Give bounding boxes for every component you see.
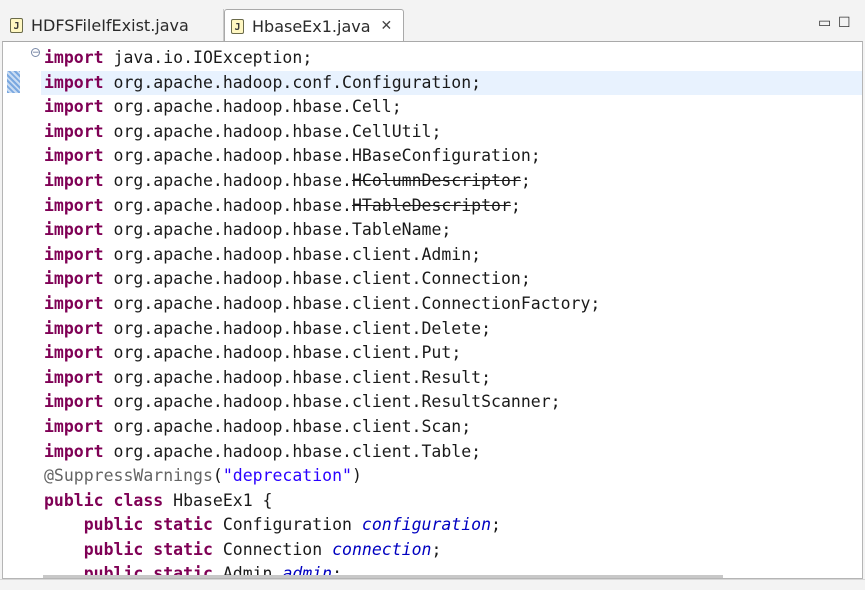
code-line: import org.apache.hadoop.hbase.client.Sc… (44, 416, 472, 436)
import-package: org.apache.hadoop.hbase. (113, 195, 352, 215)
keyword-modifiers: public static (83, 539, 213, 559)
import-package: org.apache.hadoop.hbase.client. (113, 318, 422, 338)
code-line: public class HbaseEx1 { (44, 490, 273, 510)
keyword-import: import (44, 392, 104, 412)
import-package: org.apache.hadoop.conf. (113, 72, 343, 92)
tab-label: HDFSFileIfExist.java (31, 15, 189, 35)
import-class: Connection (421, 269, 521, 289)
code-line: public static Configuration configuratio… (83, 515, 501, 535)
code-line: import org.apache.hadoop.hbase.client.Ad… (44, 244, 482, 264)
keyword-import: import (44, 269, 104, 289)
import-package: org.apache.hadoop.hbase.client. (113, 367, 422, 387)
field-name: configuration (361, 515, 492, 535)
keyword-import: import (44, 367, 104, 387)
editor-window: J HDFSFileIfExist.java J HbaseEx1.java ✕… (0, 0, 865, 590)
import-package: org.apache.hadoop.hbase. (113, 97, 352, 117)
code-line: import org.apache.hadoop.hbase.HBaseConf… (44, 146, 541, 166)
import-class: Table (421, 441, 472, 461)
keyword-import: import (44, 195, 104, 215)
editor-tab-bar: J HDFSFileIfExist.java J HbaseEx1.java ✕… (0, 9, 865, 42)
field-name: connection (332, 539, 432, 559)
horizontal-scrollbar[interactable] (43, 575, 723, 578)
keyword-import: import (44, 48, 104, 67)
import-package: org.apache.hadoop.hbase. (113, 146, 352, 166)
import-class: Configuration (342, 72, 472, 92)
import-class: ResultScanner (421, 392, 551, 412)
code-line: import org.apache.hadoop.conf.Configurat… (41, 70, 862, 96)
keyword-import: import (44, 293, 104, 313)
import-package: java.io. (113, 48, 194, 67)
tab-hdfsfileifexist[interactable]: J HDFSFileIfExist.java (0, 9, 224, 41)
code-line: import java.io.IOException; (44, 48, 313, 67)
import-class: Result (421, 367, 482, 387)
collapse-imports-icon[interactable]: − (31, 48, 40, 58)
import-package: org.apache.hadoop.hbase.client. (113, 416, 422, 436)
import-package: org.apache.hadoop.hbase. (113, 170, 352, 190)
code-line: import org.apache.hadoop.hbase.TableName… (44, 220, 452, 240)
code-line: import org.apache.hadoop.hbase.HTableDes… (44, 195, 521, 215)
keyword-import: import (44, 343, 104, 363)
import-package: org.apache.hadoop.hbase.client. (113, 269, 422, 289)
keyword-import: import (44, 72, 104, 92)
keyword-import: import (44, 146, 104, 166)
keyword-import: import (44, 244, 104, 264)
code-line: import org.apache.hadoop.hbase.client.Co… (44, 293, 601, 313)
import-package: org.apache.hadoop.hbase.client. (113, 343, 422, 363)
keyword-import: import (44, 416, 104, 436)
close-tab-icon[interactable]: ✕ (381, 18, 393, 34)
bottom-border (0, 579, 865, 590)
keyword-import: import (44, 170, 104, 190)
code-line: import org.apache.hadoop.hbase.HColumnDe… (44, 170, 531, 190)
tab-hbaseex1[interactable]: J HbaseEx1.java ✕ (224, 9, 404, 42)
import-class: ConnectionFactory (421, 293, 591, 313)
minimize-icon[interactable]: ▭ (818, 15, 831, 35)
code-line: import org.apache.hadoop.hbase.client.Ta… (44, 441, 482, 461)
import-package: org.apache.hadoop.hbase.client. (113, 244, 422, 264)
keyword-import: import (44, 121, 104, 141)
import-package: org.apache.hadoop.hbase. (113, 121, 352, 141)
occurrence-marker-icon (7, 71, 20, 93)
editor-ruler: − (3, 42, 41, 578)
code-line: import org.apache.hadoop.hbase.client.Co… (44, 269, 531, 289)
import-class: HTableDescriptor (351, 195, 511, 215)
keyword-modifiers: public static (83, 515, 213, 535)
code-line: import org.apache.hadoop.hbase.CellUtil; (44, 121, 442, 141)
import-class: Cell (351, 97, 392, 117)
code-line: import org.apache.hadoop.hbase.Cell; (44, 97, 402, 117)
code-line: @SuppressWarnings("deprecation") (44, 466, 362, 486)
code-line: public static Connection connection; (83, 539, 442, 559)
keyword-modifiers: public class (44, 490, 164, 510)
code-editor[interactable]: − import java.io.IOException; import org.… (2, 41, 863, 579)
import-package: org.apache.hadoop.hbase.client. (113, 392, 422, 412)
import-package: org.apache.hadoop.hbase.client. (113, 293, 422, 313)
import-class: HBaseConfiguration (351, 146, 531, 166)
import-class: Scan (421, 416, 462, 436)
maximize-icon[interactable]: ☐ (838, 15, 851, 35)
import-class: HColumnDescriptor (351, 170, 521, 190)
import-package: org.apache.hadoop.hbase. (113, 220, 352, 240)
java-file-icon: J (10, 17, 23, 33)
keyword-import: import (44, 318, 104, 338)
import-class: Put (421, 343, 452, 363)
code-text[interactable]: import java.io.IOException; import org.ap… (41, 46, 862, 578)
import-class: IOException (193, 48, 303, 67)
string-literal: "deprecation" (222, 466, 352, 486)
code-line: import org.apache.hadoop.hbase.client.De… (44, 318, 492, 338)
code-line: import org.apache.hadoop.hbase.client.Re… (44, 392, 561, 412)
import-class: CellUtil (351, 121, 432, 141)
import-class: TableName (351, 220, 442, 240)
code-line: import org.apache.hadoop.hbase.client.Pu… (44, 343, 462, 363)
keyword-import: import (44, 97, 104, 117)
java-file-icon: J (231, 18, 244, 34)
import-class: Delete (421, 318, 482, 338)
code-line: import org.apache.hadoop.hbase.client.Re… (44, 367, 492, 387)
tab-label: HbaseEx1.java (252, 16, 371, 36)
keyword-import: import (44, 441, 104, 461)
import-package: org.apache.hadoop.hbase.client. (113, 441, 422, 461)
keyword-import: import (44, 220, 104, 240)
annotation: @SuppressWarnings (44, 466, 213, 486)
import-class: Admin (421, 244, 472, 264)
